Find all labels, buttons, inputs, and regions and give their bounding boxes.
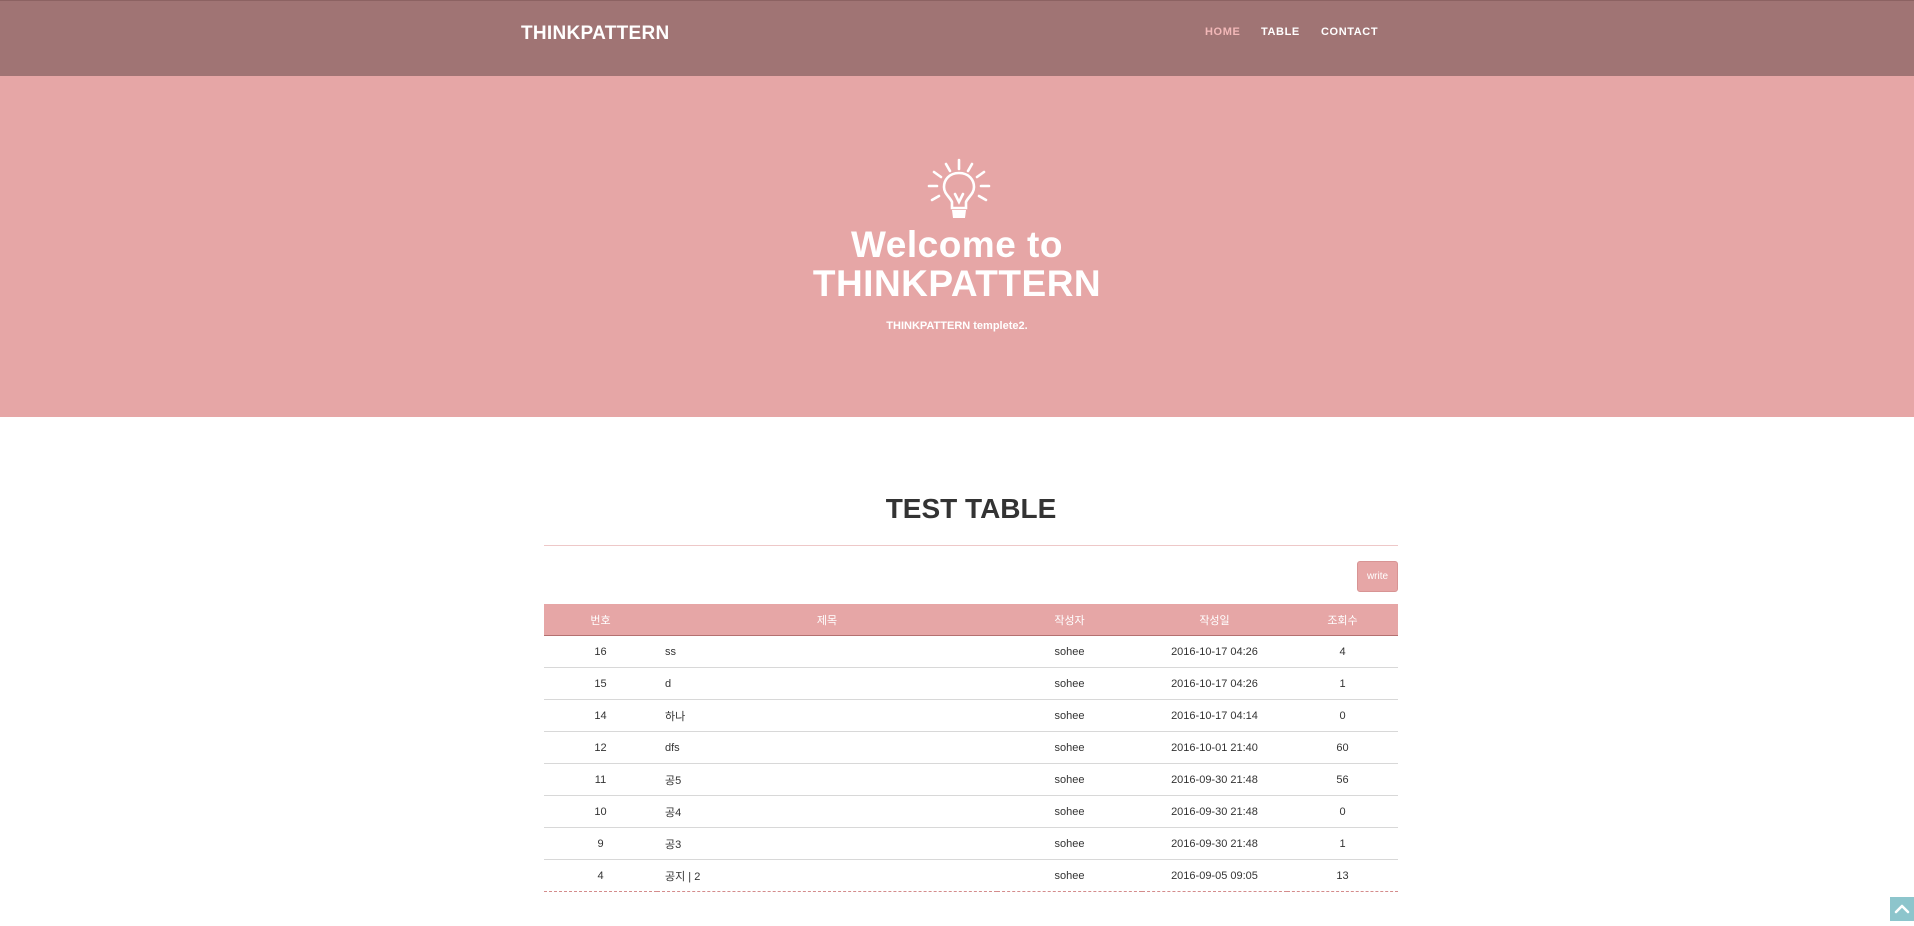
- table-row[interactable]: 10 공4 sohee 2016-09-30 21:48 0: [544, 795, 1398, 828]
- cell-number: 4: [544, 859, 657, 892]
- hero-title-line2: THINKPATTERN: [812, 263, 1102, 304]
- chevron-up-icon: [1894, 904, 1910, 914]
- section-title: TEST TABLE: [885, 493, 1057, 524]
- cell-author: sohee: [997, 827, 1142, 860]
- cell-number: 16: [544, 635, 657, 668]
- title-divider: [544, 545, 1398, 546]
- cell-views: 60: [1287, 731, 1398, 764]
- cell-number: 12: [544, 731, 657, 764]
- table-row[interactable]: 12 dfs sohee 2016-10-01 21:40 60: [544, 731, 1398, 764]
- table-row[interactable]: 14 하나 sohee 2016-10-17 04:14 0: [544, 699, 1398, 732]
- brand-logo[interactable]: THINKPATTERN: [521, 23, 670, 45]
- nav-table-link[interactable]: TABLE: [1261, 26, 1300, 38]
- hero-title: Welcome to THINKPATTERN: [0, 225, 1914, 303]
- lightbulb-icon: [927, 158, 991, 218]
- cell-number: 11: [544, 763, 657, 796]
- cell-title-link[interactable]: d: [657, 667, 997, 700]
- cell-number: 15: [544, 667, 657, 700]
- cell-views: 1: [1287, 827, 1398, 860]
- cell-date: 2016-10-17 04:26: [1142, 635, 1287, 668]
- cell-title-link[interactable]: 공4: [657, 795, 997, 828]
- cell-author: sohee: [997, 731, 1142, 764]
- navbar: THINKPATTERN HOME TABLE CONTACT: [0, 0, 1914, 76]
- cell-views: 56: [1287, 763, 1398, 796]
- cell-date: 2016-10-17 04:26: [1142, 667, 1287, 700]
- cell-number: 10: [544, 795, 657, 828]
- table-row[interactable]: 11 공5 sohee 2016-09-30 21:48 56: [544, 763, 1398, 796]
- cell-date: 2016-09-05 09:05: [1142, 859, 1287, 892]
- cell-author: sohee: [997, 859, 1142, 892]
- cell-author: sohee: [997, 667, 1142, 700]
- cell-title-link[interactable]: 하나: [657, 699, 997, 732]
- header-date: 작성일: [1142, 604, 1287, 636]
- cell-views: 13: [1287, 859, 1398, 892]
- nav-home-link[interactable]: HOME: [1205, 26, 1240, 38]
- cell-author: sohee: [997, 699, 1142, 732]
- cell-views: 0: [1287, 795, 1398, 828]
- cell-date: 2016-10-17 04:14: [1142, 699, 1287, 732]
- cell-date: 2016-10-01 21:40: [1142, 731, 1287, 764]
- table-row[interactable]: 15 d sohee 2016-10-17 04:26 1: [544, 667, 1398, 700]
- board-table: 번호 제목 작성자 작성일 조회수 16 ss sohee 2016-10-17…: [544, 604, 1398, 892]
- cell-number: 14: [544, 699, 657, 732]
- cell-views: 1: [1287, 667, 1398, 700]
- write-button[interactable]: write: [1357, 561, 1398, 592]
- cell-title-link[interactable]: 공3: [657, 827, 997, 860]
- cell-views: 0: [1287, 699, 1398, 732]
- hero-banner: Welcome to THINKPATTERN THINKPATTERN tem…: [0, 76, 1914, 417]
- cell-number: 9: [544, 827, 657, 860]
- cell-date: 2016-09-30 21:48: [1142, 827, 1287, 860]
- header-views: 조회수: [1287, 604, 1398, 636]
- cell-title-link[interactable]: dfs: [657, 731, 997, 764]
- cell-author: sohee: [997, 635, 1142, 668]
- scroll-top-button[interactable]: [1890, 897, 1914, 921]
- header-title: 제목: [657, 604, 997, 636]
- cell-title-link[interactable]: 공지 | 2: [657, 859, 997, 892]
- cell-title-link[interactable]: 공5: [657, 763, 997, 796]
- cell-date: 2016-09-30 21:48: [1142, 795, 1287, 828]
- table-row[interactable]: 4 공지 | 2 sohee 2016-09-05 09:05 13: [544, 859, 1398, 892]
- header-author: 작성자: [997, 604, 1142, 636]
- table-row[interactable]: 9 공3 sohee 2016-09-30 21:48 1: [544, 827, 1398, 860]
- table-header-row: 번호 제목 작성자 작성일 조회수: [544, 604, 1398, 636]
- hero-subtitle: THINKPATTERN templete2.: [886, 320, 1028, 332]
- hero-title-line1: Welcome to: [851, 224, 1063, 265]
- cell-author: sohee: [997, 795, 1142, 828]
- header-number: 번호: [544, 604, 657, 636]
- cell-date: 2016-09-30 21:48: [1142, 763, 1287, 796]
- cell-views: 4: [1287, 635, 1398, 668]
- cell-author: sohee: [997, 763, 1142, 796]
- table-row[interactable]: 16 ss sohee 2016-10-17 04:26 4: [544, 635, 1398, 668]
- nav-contact-link[interactable]: CONTACT: [1321, 26, 1378, 38]
- cell-title-link[interactable]: ss: [657, 635, 997, 668]
